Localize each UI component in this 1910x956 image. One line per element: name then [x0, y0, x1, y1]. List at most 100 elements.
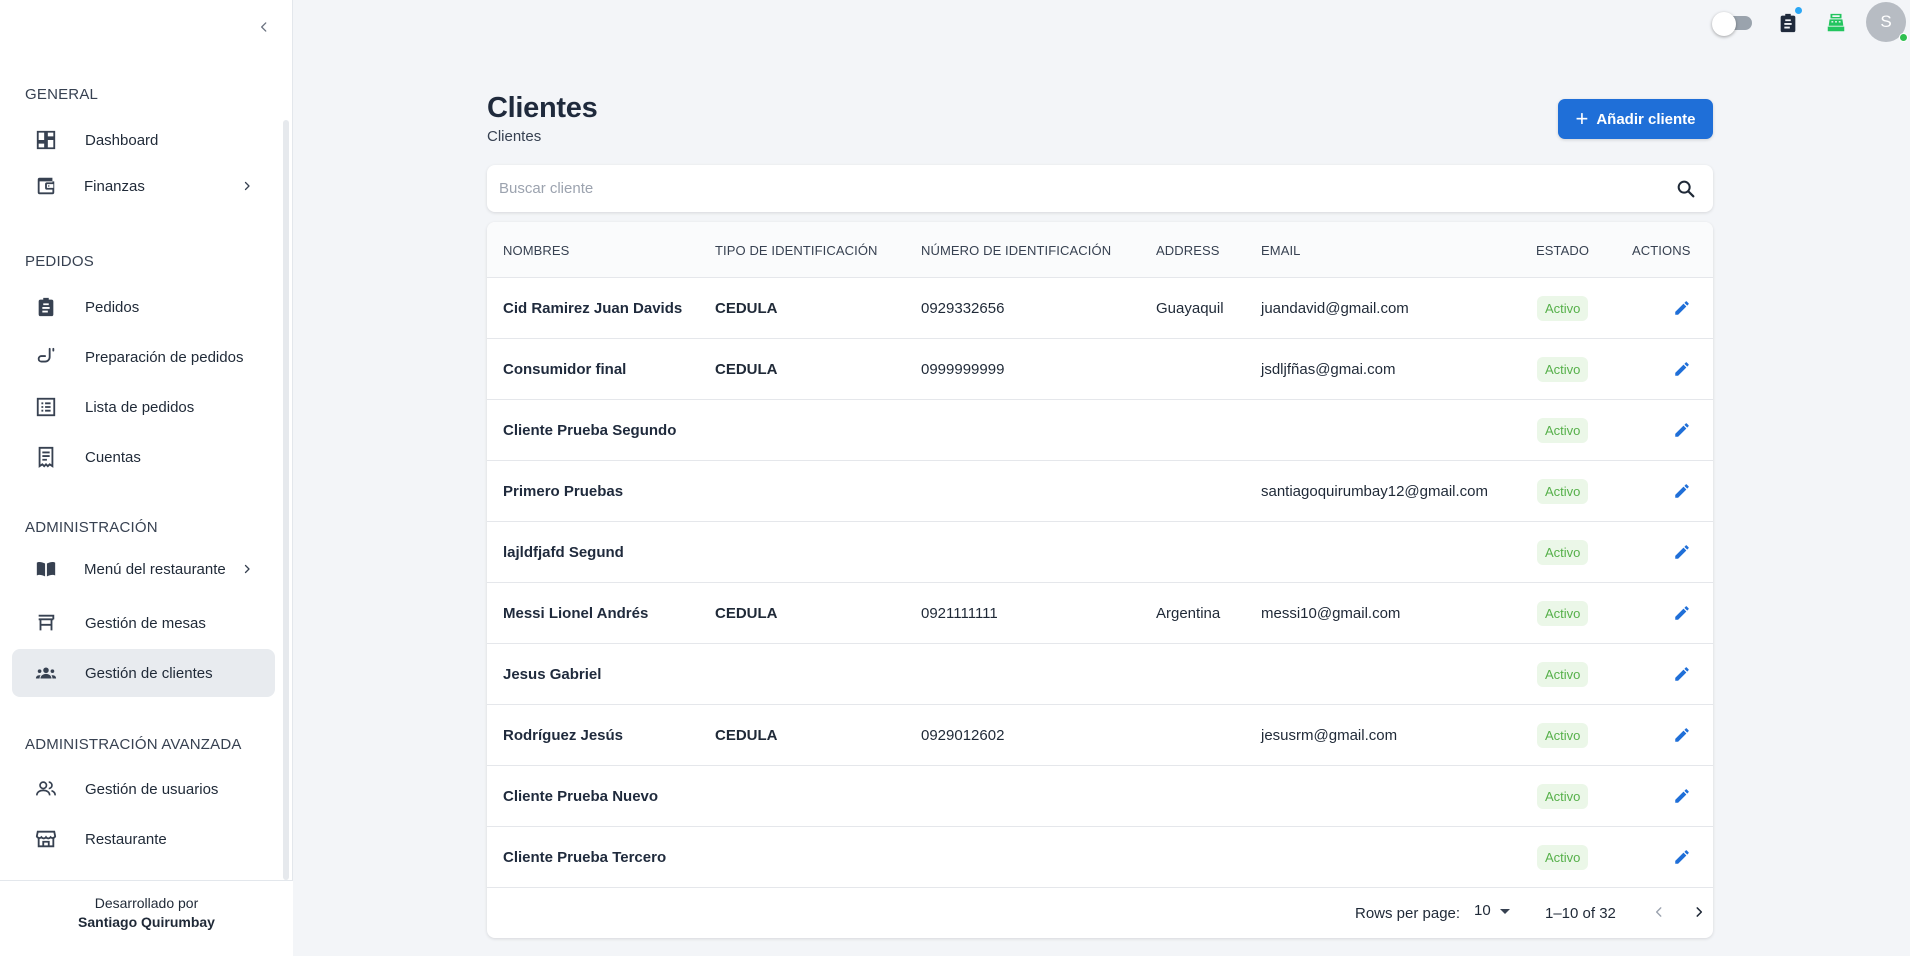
cell-nombre: Cid Ramirez Juan Davids: [503, 300, 683, 317]
cash-register-button[interactable]: [1823, 10, 1849, 36]
chevron-left-icon: [1655, 907, 1662, 917]
cash-register-icon: [1825, 12, 1847, 34]
sidebar-item-label: Gestión de usuarios: [85, 780, 219, 798]
table-row[interactable]: Jesus Gabriel Activo: [487, 644, 1713, 705]
users-icon: [34, 777, 58, 801]
pencil-icon: [1675, 545, 1689, 559]
sidebar-item-menu[interactable]: Menú del restaurante: [12, 545, 275, 593]
edit-button[interactable]: [1671, 358, 1693, 380]
cell-email: jsdljfñas@gmai.com: [1261, 361, 1396, 378]
collapse-sidebar-button[interactable]: [254, 17, 274, 37]
edit-button[interactable]: [1671, 297, 1693, 319]
receipt-icon: [34, 445, 58, 469]
sidebar-scrollbar[interactable]: [283, 120, 289, 880]
edit-button[interactable]: [1671, 419, 1693, 441]
sidebar-item-preparacion[interactable]: Preparación de pedidos: [12, 333, 275, 381]
table-pagination: Rows per page: 10 1–10 of 32: [487, 888, 1713, 938]
cell-tipo: CEDULA: [715, 605, 778, 622]
status-badge: Activo: [1537, 296, 1589, 321]
column-header-estado[interactable]: ESTADO: [1536, 243, 1589, 258]
cell-address: Guayaquil: [1156, 300, 1224, 317]
dashboard-icon: [34, 128, 58, 152]
sidebar-item-label: Preparación de pedidos: [85, 348, 244, 366]
edit-button[interactable]: [1671, 602, 1693, 624]
previous-page-button[interactable]: [1647, 900, 1671, 924]
cell-nombre: Primero Pruebas: [503, 483, 624, 500]
cell-nombre: Cliente Prueba Segundo: [503, 422, 677, 439]
edit-button[interactable]: [1671, 480, 1693, 502]
orders-button[interactable]: [1775, 7, 1802, 36]
list-icon: [34, 395, 58, 419]
sidebar-item-mesas[interactable]: Gestión de mesas: [12, 599, 275, 647]
chevron-right-icon: [1696, 907, 1703, 917]
pagination-range: 1–10 of 32: [1545, 905, 1616, 922]
status-badge: Activo: [1537, 479, 1589, 504]
pencil-icon: [1675, 850, 1689, 864]
theme-toggle[interactable]: [1712, 12, 1752, 36]
column-header-nombres[interactable]: NOMBRES: [503, 243, 569, 258]
rows-per-page-select[interactable]: 10: [1474, 902, 1514, 924]
table-row[interactable]: Cliente Prueba Tercero Activo: [487, 827, 1713, 888]
online-status-dot: [1899, 33, 1908, 42]
table-row[interactable]: Cliente Prueba Segundo Activo: [487, 400, 1713, 461]
plus-icon: +: [1575, 106, 1589, 131]
column-header-numero[interactable]: NÚMERO DE IDENTIFICACIÓN: [921, 243, 1111, 258]
status-badge: Activo: [1537, 784, 1589, 809]
table-row[interactable]: Cid Ramirez Juan Davids CEDULA 0929332656 G…: [487, 278, 1713, 339]
edit-button[interactable]: [1671, 846, 1693, 868]
add-client-button[interactable]: + Añadir cliente: [1558, 99, 1713, 139]
table-row[interactable]: Consumidor final CEDULA 0999999999 jsdljfña…: [487, 339, 1713, 400]
storefront-icon: [34, 827, 58, 851]
user-avatar[interactable]: S: [1866, 2, 1908, 42]
table-row[interactable]: Cliente Prueba Nuevo Activo: [487, 766, 1713, 827]
section-administracion-avanzada: ADMINISTRACIÓN AVANZADA: [25, 736, 242, 753]
cell-email: juandavid@gmail.com: [1261, 300, 1409, 317]
sidebar-item-label: Cuentas: [85, 448, 141, 466]
table-row[interactable]: Messi Lionel Andrés CEDULA 0921111111 Argen…: [487, 583, 1713, 644]
pencil-icon: [1675, 789, 1689, 803]
sidebar-item-cuentas[interactable]: Cuentas: [12, 433, 275, 481]
sidebar-item-label: Gestión de mesas: [85, 614, 206, 632]
notification-dot: [1795, 7, 1802, 14]
cell-nombre: Consumidor final: [503, 361, 627, 378]
sidebar-item-dashboard[interactable]: Dashboard: [12, 116, 275, 164]
cell-nombre: Jesus Gabriel: [503, 666, 602, 683]
chevron-right-icon: [239, 178, 255, 194]
table-row[interactable]: Primero Pruebas santiagoquirumbay12@gmail…: [487, 461, 1713, 522]
pencil-icon: [1675, 606, 1689, 620]
edit-button[interactable]: [1671, 663, 1693, 685]
pencil-icon: [1675, 484, 1689, 498]
sidebar-item-label: Finanzas: [84, 177, 145, 195]
sidebar-item-clientes[interactable]: Gestión de clientes: [12, 649, 275, 697]
table-row[interactable]: Rodríguez Jesús CEDULA 0929012602 jesusrm@g…: [487, 705, 1713, 766]
sidebar-item-usuarios[interactable]: Gestión de usuarios: [12, 765, 275, 813]
edit-button[interactable]: [1671, 785, 1693, 807]
sidebar-item-lista[interactable]: Lista de pedidos: [12, 383, 275, 431]
sidebar-item-pedidos[interactable]: Pedidos: [12, 283, 275, 331]
edit-button[interactable]: [1671, 541, 1693, 563]
chevron-right-icon: [239, 561, 255, 577]
column-header-tipo[interactable]: TIPO DE IDENTIFICACIÓN: [715, 243, 878, 258]
next-page-button[interactable]: [1687, 900, 1711, 924]
sidebar-item-label: Pedidos: [85, 298, 140, 316]
cell-numero: 0929012602: [921, 727, 1005, 744]
table-row[interactable]: lajldfjafd Segund Activo: [487, 522, 1713, 583]
sidebar-item-restaurante[interactable]: Restaurante: [12, 815, 275, 863]
search-icon[interactable]: [1675, 178, 1697, 200]
status-badge: Activo: [1537, 723, 1589, 748]
status-badge: Activo: [1537, 540, 1589, 565]
edit-button[interactable]: [1671, 724, 1693, 746]
search-input[interactable]: [499, 165, 1649, 212]
avatar-initial: S: [1880, 12, 1892, 31]
cell-nombre: Cliente Prueba Tercero: [503, 849, 667, 866]
menu-book-icon: [34, 557, 58, 581]
column-header-email[interactable]: EMAIL: [1261, 243, 1301, 258]
rows-per-page-label: Rows per page:: [1355, 905, 1461, 922]
status-badge: Activo: [1537, 601, 1589, 626]
status-badge: Activo: [1537, 357, 1589, 382]
sidebar-item-finanzas[interactable]: Finanzas: [12, 162, 275, 210]
column-header-address[interactable]: ADDRESS: [1156, 243, 1220, 258]
pencil-icon: [1675, 301, 1689, 315]
pencil-icon: [1675, 667, 1689, 681]
cell-email: jesusrm@gmail.com: [1261, 727, 1398, 744]
